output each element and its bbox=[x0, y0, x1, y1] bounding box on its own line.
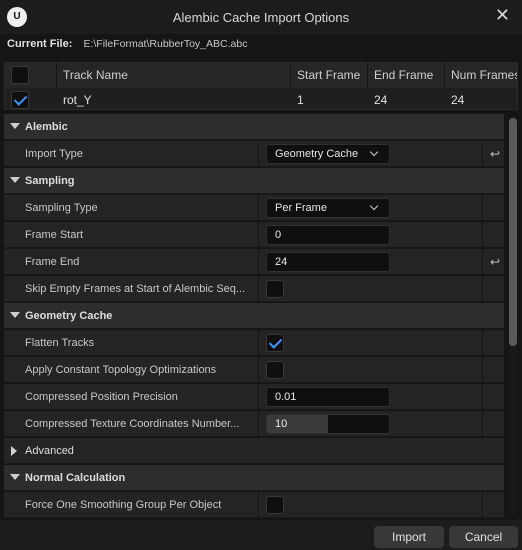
track-num-frames-cell: 24 bbox=[451, 93, 465, 107]
column-divider bbox=[258, 222, 259, 248]
property-position-precision: Compressed Position Precision 0.01 bbox=[4, 384, 504, 410]
column-divider bbox=[482, 384, 483, 410]
column-divider bbox=[258, 276, 259, 302]
track-checkbox[interactable] bbox=[11, 91, 29, 109]
column-divider bbox=[258, 357, 259, 383]
column-divider bbox=[482, 357, 483, 383]
category-normal-calculation[interactable]: Normal Calculation bbox=[4, 465, 504, 491]
current-file-path: E:\FileFormat\RubberToy_ABC.abc bbox=[83, 38, 248, 50]
select-all-checkbox[interactable] bbox=[11, 66, 29, 84]
property-label: Apply Constant Topology Optimizations bbox=[25, 364, 217, 376]
property-smoothing-group: Force One Smoothing Group Per Object bbox=[4, 492, 504, 518]
current-file-line: Current File: E:\FileFormat\RubberToy_AB… bbox=[7, 38, 247, 54]
header-checkbox-cell bbox=[5, 63, 57, 88]
expand-arrow-icon[interactable] bbox=[10, 312, 20, 318]
property-import-type: Import Type Geometry Cache ↩ bbox=[4, 141, 504, 167]
property-flatten-tracks: Flatten Tracks bbox=[4, 330, 504, 356]
close-icon[interactable]: ✕ bbox=[495, 5, 510, 26]
smoothing-group-checkbox[interactable] bbox=[266, 496, 284, 514]
details-scrollbar[interactable] bbox=[509, 116, 517, 516]
property-label: Import Type bbox=[25, 148, 83, 160]
column-header-start-frame[interactable]: Start Frame bbox=[291, 63, 368, 88]
category-label: Geometry Cache bbox=[25, 310, 113, 322]
property-skip-empty-frames: Skip Empty Frames at Start of Alembic Se… bbox=[4, 276, 504, 302]
category-sampling[interactable]: Sampling bbox=[4, 168, 504, 194]
property-label: Force One Smoothing Group Per Object bbox=[25, 499, 222, 511]
slider-value: 10 bbox=[275, 418, 288, 430]
column-header-track-name[interactable]: Track Name bbox=[57, 63, 291, 88]
column-divider bbox=[482, 330, 483, 356]
column-divider bbox=[482, 276, 483, 302]
sampling-type-dropdown[interactable]: Per Frame bbox=[266, 198, 390, 218]
property-texture-coordinate-bits: Compressed Texture Coordinates Number...… bbox=[4, 411, 504, 437]
column-divider bbox=[258, 141, 259, 167]
column-header-end-frame[interactable]: End Frame bbox=[368, 63, 445, 88]
details-panel: Alembic Import Type Geometry Cache ↩ Sam… bbox=[0, 114, 522, 518]
track-table: Track Name Start Frame End Frame Num Fra… bbox=[4, 62, 518, 110]
track-end-frame-cell: 24 bbox=[374, 93, 388, 107]
cancel-button[interactable]: Cancel bbox=[449, 526, 518, 548]
column-divider bbox=[482, 222, 483, 248]
import-type-dropdown[interactable]: Geometry Cache bbox=[266, 144, 390, 164]
category-label: Sampling bbox=[25, 175, 75, 187]
constant-topology-checkbox[interactable] bbox=[266, 361, 284, 379]
property-constant-topology: Apply Constant Topology Optimizations bbox=[4, 357, 504, 383]
column-divider bbox=[258, 195, 259, 221]
category-alembic[interactable]: Alembic bbox=[4, 114, 504, 140]
scrollbar-thumb[interactable] bbox=[509, 118, 517, 346]
column-divider bbox=[482, 492, 483, 518]
column-divider bbox=[258, 384, 259, 410]
property-label: Frame End bbox=[25, 256, 80, 268]
column-divider bbox=[258, 492, 259, 518]
property-frame-start: Frame Start 0 bbox=[4, 222, 504, 248]
flatten-tracks-checkbox[interactable] bbox=[266, 334, 284, 352]
category-advanced[interactable]: Advanced bbox=[4, 438, 504, 464]
expand-arrow-icon[interactable] bbox=[10, 123, 20, 129]
column-divider bbox=[258, 330, 259, 356]
title-bar: U Alembic Cache Import Options ✕ bbox=[0, 0, 522, 34]
column-divider bbox=[482, 249, 483, 275]
dropdown-value: Geometry Cache bbox=[275, 148, 359, 160]
position-precision-field[interactable]: 0.01 bbox=[266, 387, 390, 407]
property-label: Flatten Tracks bbox=[25, 337, 95, 349]
dropdown-value: Per Frame bbox=[275, 202, 327, 214]
category-label: Normal Calculation bbox=[25, 472, 126, 484]
chevron-down-icon bbox=[369, 147, 379, 157]
window-title: Alembic Cache Import Options bbox=[172, 10, 350, 25]
track-row-checkbox-cell bbox=[5, 89, 57, 111]
frame-end-field[interactable]: 24 bbox=[266, 252, 390, 272]
column-divider bbox=[482, 141, 483, 167]
column-divider bbox=[482, 411, 483, 437]
category-label: Alembic bbox=[25, 121, 68, 133]
track-name-cell: rot_Y bbox=[63, 93, 92, 107]
reset-to-default-icon[interactable]: ↩ bbox=[488, 147, 502, 161]
frame-start-field[interactable]: 0 bbox=[266, 225, 390, 245]
dialog-footer: Import Cancel bbox=[0, 520, 522, 550]
property-label: Skip Empty Frames at Start of Alembic Se… bbox=[25, 283, 246, 295]
reset-to-default-icon[interactable]: ↩ bbox=[488, 255, 502, 269]
texture-coordinate-bits-slider[interactable]: 10 bbox=[266, 414, 390, 434]
category-geometry-cache[interactable]: Geometry Cache bbox=[4, 303, 504, 329]
property-label: Compressed Position Precision bbox=[25, 391, 178, 403]
property-label: Compressed Texture Coordinates Number... bbox=[25, 418, 240, 430]
column-header-num-frames[interactable]: Num Frames bbox=[445, 63, 517, 88]
property-label: Sampling Type bbox=[25, 202, 98, 214]
column-divider bbox=[258, 411, 259, 437]
expand-arrow-icon[interactable] bbox=[11, 446, 17, 456]
column-divider bbox=[482, 195, 483, 221]
track-start-frame-cell: 1 bbox=[297, 93, 304, 107]
import-button[interactable]: Import bbox=[374, 526, 444, 548]
current-file-label: Current File: bbox=[7, 38, 73, 50]
expand-arrow-icon[interactable] bbox=[10, 474, 20, 480]
expand-arrow-icon[interactable] bbox=[10, 177, 20, 183]
skip-empty-frames-checkbox[interactable] bbox=[266, 280, 284, 298]
chevron-down-icon bbox=[369, 201, 379, 211]
column-divider bbox=[258, 249, 259, 275]
property-label: Frame Start bbox=[25, 229, 84, 241]
property-sampling-type: Sampling Type Per Frame bbox=[4, 195, 504, 221]
category-label: Advanced bbox=[25, 445, 74, 457]
property-frame-end: Frame End 24 ↩ bbox=[4, 249, 504, 275]
